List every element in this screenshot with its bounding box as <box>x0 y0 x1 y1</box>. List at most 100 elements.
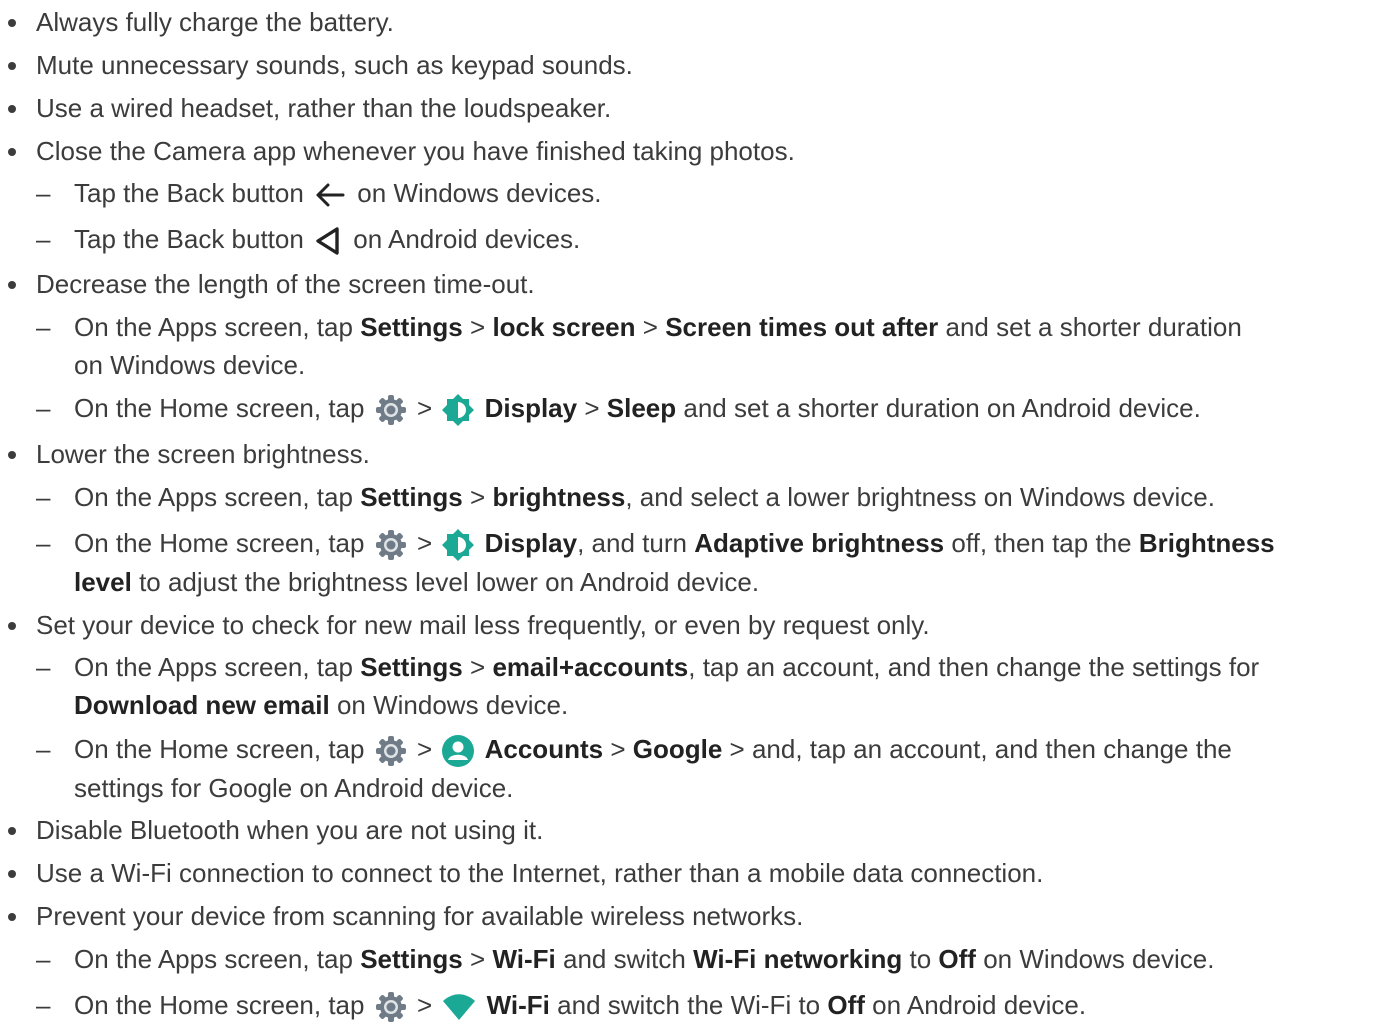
separator: > <box>470 312 486 342</box>
sub-tip-item: – On the Apps screen, tap Settings > Wi-… <box>0 941 1373 977</box>
dash-marker: – <box>36 224 51 254</box>
sub-tip-item: – On the Apps screen, tap Settings > bri… <box>0 479 1373 515</box>
sub-tip-text: and switch the Wi-Fi to <box>557 990 821 1020</box>
sub-tip-item: – On the Home screen, tap > Wi-Fi and sw… <box>0 987 1373 1024</box>
tip-text: Disable Bluetooth when you are not using… <box>36 815 544 845</box>
display-brightness-icon <box>441 528 475 562</box>
wifi-networking-label: Wi-Fi networking <box>693 944 903 974</box>
tip-item: Decrease the length of the screen time-o… <box>0 266 1373 302</box>
sub-tip-item: – Tap the Back button on Windows devices… <box>0 175 1373 211</box>
sub-tip-text: > and, tap an account, and then change t… <box>729 734 1232 764</box>
wifi-icon <box>441 992 477 1022</box>
sub-tip-text: , tap an account, and then change the se… <box>688 652 1260 682</box>
screen-times-out-label: Screen times out after <box>665 312 939 342</box>
back-arrow-icon <box>313 181 347 209</box>
tip-text: Use a wired headset, rather than the lou… <box>36 93 612 123</box>
off-label: Off <box>827 990 865 1020</box>
wifi-label: Wi-Fi <box>486 990 550 1020</box>
tip-item: Mute unnecessary sounds, such as keypad … <box>0 47 1373 83</box>
sub-tip-item: – On the Home screen, tap > Display, and… <box>0 525 1373 600</box>
settings-label: Settings <box>360 944 463 974</box>
brightness-label: brightness <box>492 482 626 512</box>
separator: > <box>470 944 486 974</box>
google-label: Google <box>632 734 723 764</box>
sub-tip-text: On the Home screen, tap <box>74 734 365 764</box>
sub-tip-text: On the Apps screen, tap <box>74 944 353 974</box>
separator: > <box>610 734 626 764</box>
separator: > <box>416 528 433 558</box>
settings-gear-icon <box>374 990 408 1024</box>
separator: > <box>470 482 486 512</box>
tip-item: Use a Wi-Fi connection to connect to the… <box>0 855 1373 891</box>
tip-text: Prevent your device from scanning for av… <box>36 901 804 931</box>
tip-text: Use a Wi-Fi connection to connect to the… <box>36 858 1044 888</box>
sub-tip-text: settings for Google on Android device. <box>74 773 514 804</box>
tip-item: Prevent your device from scanning for av… <box>0 898 1373 934</box>
dash-marker: – <box>36 990 51 1020</box>
tip-text: Set your device to check for new mail le… <box>36 610 930 640</box>
separator: > <box>416 393 433 423</box>
settings-gear-icon <box>374 393 408 427</box>
settings-gear-icon <box>374 734 408 768</box>
sub-tip-text: to adjust the brightness level lower on … <box>139 567 760 598</box>
off-label: Off <box>938 944 976 974</box>
sleep-label: Sleep <box>606 393 677 423</box>
accounts-person-icon <box>441 734 475 768</box>
separator: > <box>642 312 658 342</box>
sub-tip-text: on Android device. <box>872 990 1087 1020</box>
sub-tip-text: Tap the Back button <box>74 178 304 208</box>
sub-tip-text: On the Apps screen, tap <box>74 482 353 512</box>
dash-marker: – <box>36 393 51 423</box>
email-accounts-label: email+accounts <box>492 652 689 682</box>
sub-tip-text: on Windows device. <box>983 944 1215 974</box>
separator: > <box>470 652 486 682</box>
sub-tip-text: on Android devices. <box>353 224 581 254</box>
sub-tip-text: and set a shorter duration on Android de… <box>683 393 1201 423</box>
sub-tip-item: – On the Apps screen, tap Settings > ema… <box>0 649 1373 723</box>
sub-tip-text: On the Apps screen, tap <box>74 312 353 342</box>
settings-label: Settings <box>360 312 463 342</box>
dash-marker: – <box>36 944 51 974</box>
tip-item: Disable Bluetooth when you are not using… <box>0 812 1373 848</box>
tip-item: Lower the screen brightness. <box>0 436 1373 472</box>
sub-tip-text: on Windows device. <box>336 690 569 720</box>
tip-text: Close the Camera app whenever you have f… <box>36 136 795 166</box>
dash-marker: – <box>36 734 51 764</box>
tip-item: Always fully charge the battery. <box>0 4 1373 40</box>
sub-tip-item: – On the Home screen, tap > Accounts > G… <box>0 731 1373 806</box>
adaptive-brightness-label: Adaptive brightness <box>694 528 945 558</box>
sub-tip-text: on Windows device. <box>74 350 306 380</box>
dash-marker: – <box>36 312 51 342</box>
dash-marker: – <box>36 652 51 682</box>
sub-tip-text: off, then tap the <box>951 528 1132 558</box>
sub-tip-text: and switch <box>562 944 686 974</box>
sub-tip-text: , and turn <box>577 528 687 558</box>
tip-text: Always fully charge the battery. <box>36 7 394 37</box>
sub-tip-item: – On the Home screen, tap > Display > Sl… <box>0 390 1373 427</box>
tip-text: Decrease the length of the screen time-o… <box>36 269 535 299</box>
sub-tip-text: and set a shorter duration <box>945 312 1242 342</box>
sub-tip-text: On the Home screen, tap <box>74 528 365 558</box>
display-brightness-icon <box>441 393 475 427</box>
brightness-level-label: level <box>74 567 132 598</box>
sub-tip-item: – On the Apps screen, tap Settings > loc… <box>0 309 1373 383</box>
dash-marker: – <box>36 178 51 208</box>
dash-marker: – <box>36 482 51 512</box>
tip-item: Set your device to check for new mail le… <box>0 607 1373 643</box>
sub-tip-text: On the Apps screen, tap <box>74 652 353 682</box>
settings-gear-icon <box>374 528 408 562</box>
accounts-label: Accounts <box>484 734 604 764</box>
sub-tip-text: , and select a lower brightness on Windo… <box>625 482 1215 512</box>
sub-tip-text: On the Home screen, tap <box>74 393 365 423</box>
download-new-email-label: Download new email <box>74 690 330 720</box>
tip-text: Lower the screen brightness. <box>36 439 370 469</box>
separator: > <box>416 734 433 764</box>
settings-label: Settings <box>360 652 463 682</box>
tip-item: Close the Camera app whenever you have f… <box>0 133 1373 169</box>
sub-tip-text: on Windows devices. <box>357 178 602 208</box>
settings-label: Settings <box>360 482 463 512</box>
lock-screen-label: lock screen <box>492 312 636 342</box>
sub-tip-text: Tap the Back button <box>74 224 304 254</box>
separator: > <box>416 990 433 1020</box>
tip-item: Use a wired headset, rather than the lou… <box>0 90 1373 126</box>
